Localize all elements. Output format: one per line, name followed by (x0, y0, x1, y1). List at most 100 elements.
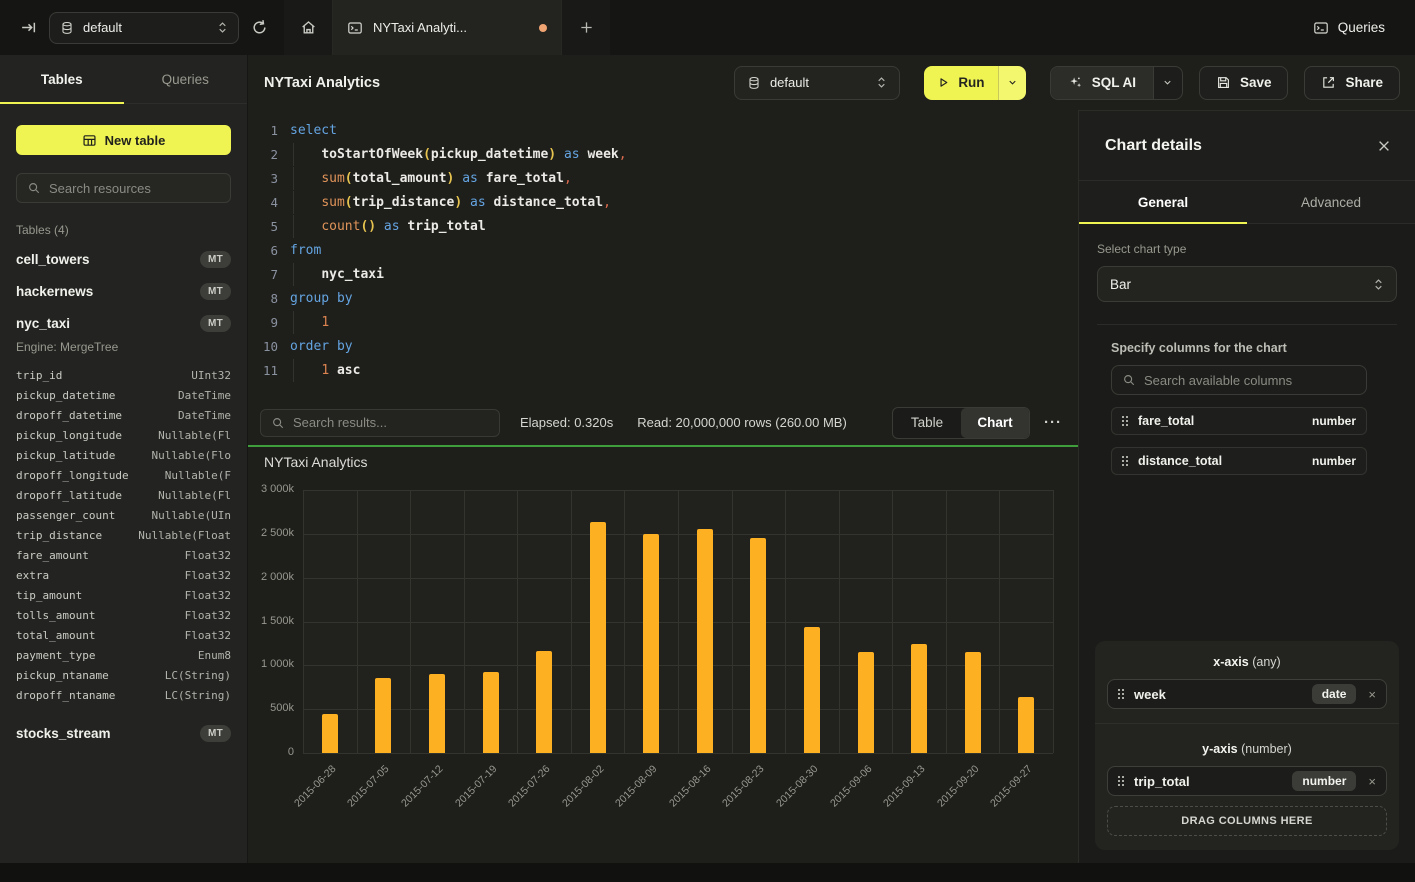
sidebar-tabs: Tables Queries (0, 55, 247, 104)
chart-bar[interactable] (429, 674, 445, 753)
search-results-input[interactable]: Search results... (260, 409, 500, 437)
chart-bar[interactable] (483, 672, 499, 754)
share-button[interactable]: Share (1304, 66, 1400, 100)
code-line[interactable]: 7 nyc_taxi (248, 262, 1078, 286)
sidebar-item-nyc-taxi[interactable]: nyc_taxi MT (16, 307, 231, 339)
header-actions: default Run SQL AI (734, 66, 1400, 100)
sidebar-search-input[interactable]: Search resources (16, 173, 231, 203)
code-line[interactable]: 5 count() as trip_total (248, 214, 1078, 238)
drag-handle-icon[interactable] (1122, 416, 1124, 426)
column-row[interactable]: pickup_ntanameLC(String) (16, 665, 231, 685)
code-line[interactable]: 1select (248, 118, 1078, 142)
code-line[interactable]: 11 1 asc (248, 358, 1078, 382)
column-name: total_amount (16, 629, 95, 642)
remove-column-icon[interactable]: × (1368, 687, 1376, 702)
sidebar-tab-queries[interactable]: Queries (124, 55, 248, 103)
run-database-selector[interactable]: default (734, 66, 900, 100)
database-selector[interactable]: default (49, 12, 239, 44)
sidebar-tab-tables[interactable]: Tables (0, 55, 124, 103)
column-row[interactable]: dropoff_ntanameLC(String) (16, 685, 231, 705)
y-axis-column-chip[interactable]: trip_totalnumber× (1107, 766, 1387, 796)
chart-bar[interactable] (911, 644, 927, 753)
gridline-v (732, 490, 733, 753)
save-button[interactable]: Save (1199, 66, 1289, 100)
divider (1097, 324, 1397, 325)
column-name: week (1134, 687, 1302, 702)
chart-bar[interactable] (536, 651, 552, 753)
column-row[interactable]: total_amountFloat32 (16, 625, 231, 645)
drag-columns-dropzone[interactable]: DRAG COLUMNS HERE (1107, 806, 1387, 836)
new-tab-button[interactable] (562, 0, 610, 55)
new-table-button[interactable]: New table (16, 125, 231, 155)
column-row[interactable]: payment_typeEnum8 (16, 645, 231, 665)
toggle-chart[interactable]: Chart (961, 408, 1029, 438)
sql-ai-button[interactable]: SQL AI (1051, 67, 1153, 99)
chart-bar[interactable] (858, 652, 874, 753)
chart-bar[interactable] (375, 678, 391, 753)
sidebar-item-hackernews[interactable]: hackernews MT (16, 275, 231, 307)
column-row[interactable]: fare_amountFloat32 (16, 545, 231, 565)
drag-handle-icon[interactable] (1118, 776, 1120, 786)
sidebar-item-cell-towers[interactable]: cell_towers MT (16, 243, 231, 275)
column-row[interactable]: pickup_longitudeNullable(Fl (16, 425, 231, 445)
code-line[interactable]: 2 toStartOfWeek(pickup_datetime) as week… (248, 142, 1078, 166)
column-row[interactable]: tip_amountFloat32 (16, 585, 231, 605)
tab-general[interactable]: General (1079, 181, 1247, 223)
queries-button[interactable]: Queries (1303, 0, 1415, 55)
code-line[interactable]: 8group by (248, 286, 1078, 310)
refresh-icon[interactable] (251, 19, 268, 36)
run-button[interactable]: Run (924, 66, 998, 100)
remove-column-icon[interactable]: × (1368, 774, 1376, 789)
code-text: from (290, 243, 321, 258)
chevron-updown-icon (1373, 278, 1384, 291)
code-line[interactable]: 6from (248, 238, 1078, 262)
column-row[interactable]: dropoff_latitudeNullable(Fl (16, 485, 231, 505)
column-name: passenger_count (16, 509, 115, 522)
line-number: 2 (248, 147, 278, 162)
column-row[interactable]: dropoff_datetimeDateTime (16, 405, 231, 425)
sql-editor[interactable]: 1select2 toStartOfWeek(pickup_datetime) … (248, 110, 1078, 400)
chart-bar[interactable] (697, 529, 713, 753)
axis-name: x-axis (1213, 655, 1248, 669)
column-row[interactable]: extraFloat32 (16, 565, 231, 585)
chart-bar[interactable] (1018, 697, 1034, 754)
chart-bar[interactable] (322, 714, 338, 753)
tab-advanced[interactable]: Advanced (1247, 181, 1415, 223)
column-row[interactable]: pickup_latitudeNullable(Flo (16, 445, 231, 465)
code-line[interactable]: 3 sum(total_amount) as fare_total, (248, 166, 1078, 190)
x-axis-column-chip[interactable]: weekdate× (1107, 679, 1387, 709)
column-row[interactable]: pickup_datetimeDateTime (16, 385, 231, 405)
chart-bar[interactable] (804, 627, 820, 753)
chart-type-select[interactable]: Bar (1097, 266, 1397, 302)
column-row[interactable]: tolls_amountFloat32 (16, 605, 231, 625)
column-row[interactable]: dropoff_longitudeNullable(F (16, 465, 231, 485)
column-type: DateTime (178, 409, 231, 422)
column-row[interactable]: trip_distanceNullable(Float (16, 525, 231, 545)
close-icon[interactable] (1377, 139, 1391, 153)
home-button[interactable] (284, 0, 332, 55)
chart-bar[interactable] (590, 522, 606, 753)
drag-handle-icon[interactable] (1122, 456, 1124, 466)
chart-bar[interactable] (965, 652, 981, 753)
sidebar-item-stocks-stream[interactable]: stocks_stream MT (16, 717, 231, 749)
tab-nytaxi-analytics[interactable]: NYTaxi Analyti... (332, 0, 562, 55)
column-row[interactable]: passenger_countNullable(UIn (16, 505, 231, 525)
chart-bar[interactable] (750, 538, 766, 753)
more-options-button[interactable]: ··· (1044, 414, 1062, 431)
drag-handle-icon[interactable] (1118, 689, 1120, 699)
column-name: pickup_longitude (16, 429, 122, 442)
run-options-button[interactable] (998, 66, 1026, 100)
code-line[interactable]: 4 sum(trip_distance) as distance_total, (248, 190, 1078, 214)
collapse-sidebar-icon[interactable] (20, 19, 37, 36)
search-columns-input[interactable]: Search available columns (1111, 365, 1367, 395)
available-column-chip[interactable]: fare_totalnumber (1111, 407, 1367, 435)
toggle-table[interactable]: Table (893, 408, 961, 438)
column-row[interactable]: trip_idUInt32 (16, 365, 231, 385)
sql-ai-options-button[interactable] (1153, 67, 1182, 99)
available-column-chip[interactable]: distance_totalnumber (1111, 447, 1367, 475)
chevron-updown-icon (217, 21, 228, 34)
code-line[interactable]: 10order by (248, 334, 1078, 358)
line-number: 10 (248, 339, 278, 354)
code-line[interactable]: 9 1 (248, 310, 1078, 334)
chart-bar[interactable] (643, 534, 659, 753)
